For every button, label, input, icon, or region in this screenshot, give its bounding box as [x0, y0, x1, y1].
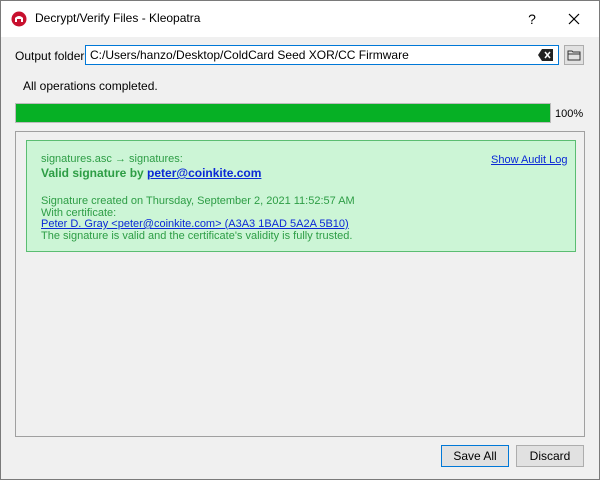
result-title: signatures.asc → signatures: [41, 153, 183, 165]
progress-bar [15, 103, 551, 123]
close-button[interactable] [557, 5, 591, 33]
output-folder-input[interactable]: C:/Users/hanzo/Desktop/ColdCard Seed XOR… [85, 45, 559, 65]
help-button[interactable]: ? [517, 5, 547, 33]
kleopatra-dialog: Decrypt/Verify Files - Kleopatra ? Outpu… [0, 0, 600, 480]
valid-signature-prefix: Valid signature by [41, 166, 148, 180]
title-bar: Decrypt/Verify Files - Kleopatra ? [1, 1, 599, 37]
clear-text-icon[interactable] [537, 47, 555, 63]
progress-fill [16, 104, 550, 122]
signer-email-link[interactable]: peter@coinkite.com [147, 166, 261, 180]
browse-folder-button[interactable] [564, 45, 584, 65]
save-all-button[interactable]: Save All [441, 445, 509, 467]
show-audit-log-link[interactable]: Show Audit Log [491, 154, 567, 166]
output-folder-label: Output folder: [15, 49, 88, 63]
validity-message: The signature is valid and the certifica… [41, 230, 353, 242]
discard-button[interactable]: Discard [516, 445, 584, 467]
valid-signature-line: Valid signature by peter@coinkite.com [41, 166, 261, 180]
status-text: All operations completed. [23, 79, 158, 93]
folder-icon [567, 50, 581, 61]
certificate-link[interactable]: Peter D. Gray <peter@coinkite.com> (A3A3… [41, 218, 349, 230]
results-area: signatures.asc → signatures: Valid signa… [15, 131, 585, 437]
verification-result: signatures.asc → signatures: Valid signa… [26, 140, 576, 252]
signature-created: Signature created on Thursday, September… [41, 195, 355, 207]
progress-percent: 100% [555, 108, 584, 120]
kleopatra-app-icon [11, 11, 27, 27]
window-title: Decrypt/Verify Files - Kleopatra [35, 11, 201, 25]
close-icon [568, 13, 580, 25]
